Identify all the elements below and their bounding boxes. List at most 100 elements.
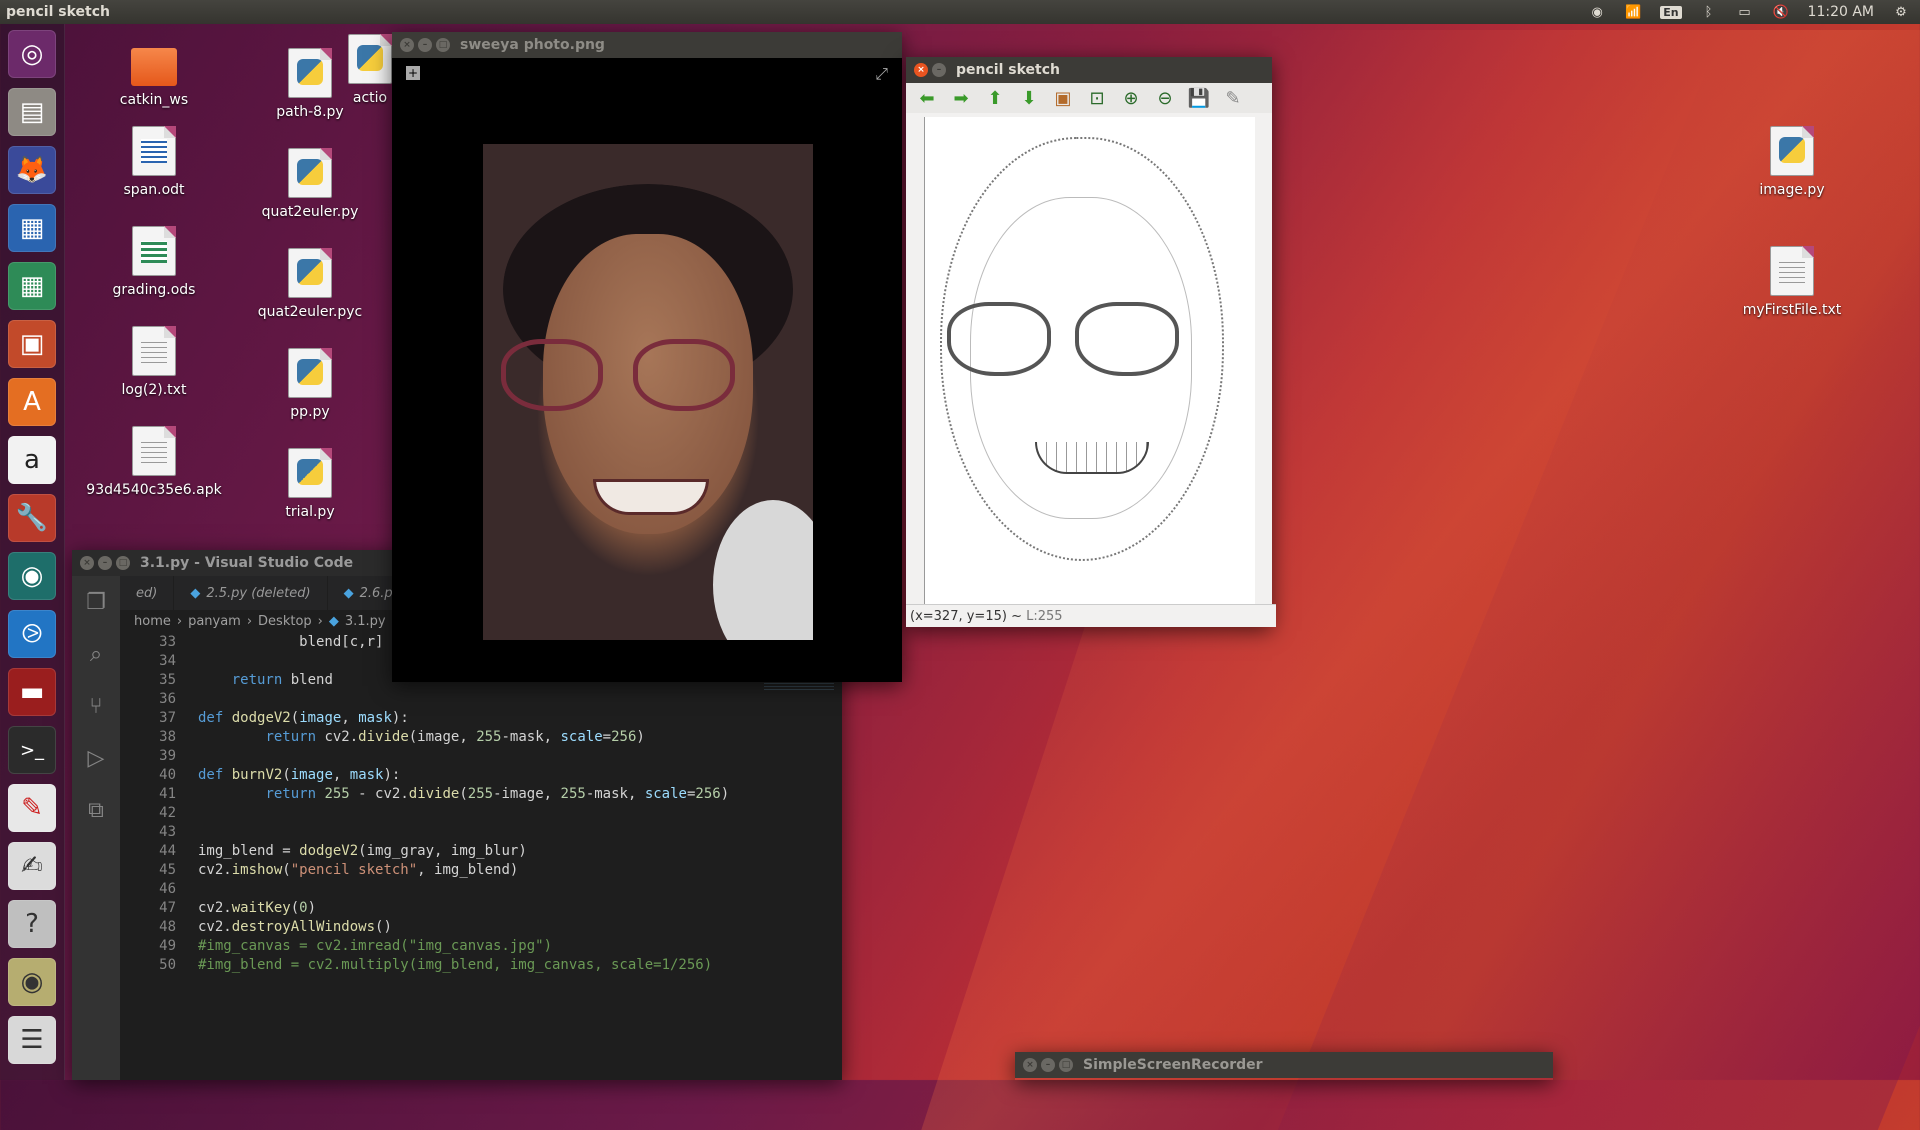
desktop-icon-grading-ods[interactable]: grading.ods bbox=[84, 226, 224, 298]
ssr-titlebar[interactable]: × – □ SimpleScreenRecorder bbox=[1015, 1052, 1553, 1078]
amazon-button[interactable]: a bbox=[8, 436, 56, 484]
minimize-button[interactable]: – bbox=[418, 38, 432, 52]
system-settings-button[interactable]: 🔧 bbox=[8, 494, 56, 542]
arrow-up-icon[interactable]: ⬆ bbox=[984, 88, 1006, 109]
sketch-image[interactable] bbox=[924, 117, 1255, 605]
add-icon[interactable]: + bbox=[406, 66, 420, 80]
writer-button[interactable]: ▦ bbox=[8, 204, 56, 252]
fullscreen-icon[interactable]: ⤢ bbox=[875, 64, 888, 84]
image-icon[interactable]: ▣ bbox=[1052, 88, 1074, 109]
code-line[interactable]: 39 bbox=[120, 746, 842, 765]
code-line[interactable]: 44 img_blend = dodgeV2(img_gray, img_blur… bbox=[120, 841, 842, 860]
calc-button[interactable]: ▦ bbox=[8, 262, 56, 310]
source-control-icon[interactable]: ⑂ bbox=[72, 680, 120, 732]
ubuntu-dash-button[interactable]: ◎ bbox=[8, 30, 56, 78]
desktop-icon-log-txt[interactable]: log(2).txt bbox=[84, 326, 224, 398]
workspaces-button[interactable]: ☰ bbox=[8, 1016, 56, 1064]
bluetooth-icon[interactable]: ᛒ bbox=[1700, 4, 1718, 20]
save-icon[interactable]: 💾 bbox=[1188, 88, 1210, 109]
line-number: 38 bbox=[159, 728, 176, 745]
tab-2-5-py[interactable]: ◆ 2.5.py (deleted) bbox=[174, 576, 328, 610]
zoom-out-icon[interactable]: ⊖ bbox=[1154, 88, 1176, 109]
maximize-button[interactable]: □ bbox=[436, 38, 450, 52]
code-line[interactable]: 37 def dodgeV2(image, mask): bbox=[120, 708, 842, 727]
code-text: return blend bbox=[231, 671, 333, 688]
active-window-title: pencil sketch bbox=[6, 4, 110, 20]
close-button[interactable]: × bbox=[914, 63, 928, 77]
code-line[interactable]: 49 #img_canvas = cv2.imread("img_canvas.j… bbox=[120, 936, 842, 955]
desktop-icon-catkin-ws[interactable]: catkin_ws bbox=[84, 40, 224, 108]
gear-icon[interactable]: ⚙ bbox=[1892, 4, 1910, 20]
desktop-icon-myfirstfile-txt[interactable]: myFirstFile.txt bbox=[1722, 246, 1862, 318]
app-red-button[interactable]: ▬ bbox=[8, 668, 56, 716]
app-pencil-button[interactable]: ✎ bbox=[8, 784, 56, 832]
close-button[interactable]: × bbox=[80, 556, 94, 570]
arrow-right-icon[interactable]: ➡ bbox=[950, 88, 972, 109]
desktop-icon-quat2euler-pyc[interactable]: quat2euler.pyc bbox=[240, 248, 380, 320]
explorer-icon[interactable]: ❐ bbox=[72, 576, 120, 628]
extensions-icon[interactable]: ⧉ bbox=[72, 784, 120, 836]
battery-icon[interactable]: ▭ bbox=[1736, 4, 1754, 20]
chevron-right-icon: › bbox=[176, 613, 183, 629]
text-editor-icon: ✍ bbox=[21, 851, 43, 881]
desktop-icon-label: 93d4540c35e6.apk bbox=[86, 482, 222, 498]
zoom-fit-icon[interactable]: ⊡ bbox=[1086, 88, 1108, 109]
code-line[interactable]: 47 cv2.waitKey(0) bbox=[120, 898, 842, 917]
search-icon[interactable]: ⌕ bbox=[72, 628, 120, 680]
close-button[interactable]: × bbox=[1023, 1058, 1037, 1072]
chrome-indicator-icon[interactable]: ◉ bbox=[1588, 4, 1606, 20]
help-button[interactable]: ? bbox=[8, 900, 56, 948]
wifi-icon[interactable]: 📶 bbox=[1624, 4, 1642, 20]
terminal-button[interactable]: >_ bbox=[8, 726, 56, 774]
run-debug-icon[interactable]: ▷ bbox=[72, 732, 120, 784]
code-line[interactable]: 45 cv2.imshow("pencil sketch", img_blend) bbox=[120, 860, 842, 879]
software-center-button[interactable]: A bbox=[8, 378, 56, 426]
properties-icon[interactable]: ✎ bbox=[1222, 88, 1244, 109]
arrow-down-icon[interactable]: ⬇ bbox=[1018, 88, 1040, 109]
browser-button[interactable]: ◉ bbox=[8, 552, 56, 600]
code-line[interactable]: 48 cv2.destroyAllWindows() bbox=[120, 917, 842, 936]
desktop-icon-pp-py[interactable]: pp.py bbox=[240, 348, 380, 420]
code-line[interactable]: 36 bbox=[120, 689, 842, 708]
clock[interactable]: 11:20 AM bbox=[1808, 4, 1874, 20]
code-line[interactable]: 50 #img_blend = cv2.multiply(img_blend, i… bbox=[120, 955, 842, 974]
desktop-icon-span-odt[interactable]: span.odt bbox=[84, 126, 224, 198]
breadcrumb-item[interactable]: Desktop bbox=[258, 614, 312, 629]
code-editor[interactable]: 33 blend[c,r] = t 34 35 return blend 36 37 de… bbox=[120, 632, 842, 1080]
desktop-icon-apk[interactable]: 93d4540c35e6.apk bbox=[84, 426, 224, 498]
arrow-left-icon[interactable]: ⬅ bbox=[916, 88, 938, 109]
code-line[interactable]: 40 def burnV2(image, mask): bbox=[120, 765, 842, 784]
minimize-button[interactable]: – bbox=[932, 63, 946, 77]
pencil-sketch-titlebar[interactable]: × – pencil sketch bbox=[906, 57, 1272, 83]
desktop-icon-trial-py[interactable]: trial.py bbox=[240, 448, 380, 520]
breadcrumb-item[interactable]: 3.1.py bbox=[345, 614, 386, 629]
zoom-in-icon[interactable]: ⊕ bbox=[1120, 88, 1142, 109]
photo-viewer-titlebar[interactable]: × – □ sweeya photo.png bbox=[392, 32, 902, 58]
wrench-icon: 🔧 bbox=[15, 503, 49, 533]
vscode-button[interactable]: ⧁ bbox=[8, 610, 56, 658]
code-line[interactable]: 43 bbox=[120, 822, 842, 841]
maximize-button[interactable]: □ bbox=[1059, 1058, 1073, 1072]
desktop-icon-image-py[interactable]: image.py bbox=[1722, 126, 1862, 198]
code-line[interactable]: 42 bbox=[120, 803, 842, 822]
files-button[interactable]: ▤ bbox=[8, 88, 56, 136]
line-number: 40 bbox=[159, 766, 176, 783]
tab-previous[interactable]: ed) bbox=[120, 576, 175, 610]
minimize-button[interactable]: – bbox=[98, 556, 112, 570]
volume-muted-icon[interactable]: 🔇 bbox=[1772, 4, 1790, 20]
code-line[interactable]: 41 return 255 - cv2.divide(255-image, 25… bbox=[120, 784, 842, 803]
maximize-button[interactable]: □ bbox=[116, 556, 130, 570]
text-editor-button[interactable]: ✍ bbox=[8, 842, 56, 890]
impress-button[interactable]: ▣ bbox=[8, 320, 56, 368]
app-eye-button[interactable]: ◉ bbox=[8, 958, 56, 1006]
code-line[interactable]: 38 return cv2.divide(image, 255-mask, sc… bbox=[120, 727, 842, 746]
firefox-button[interactable]: 🦊 bbox=[8, 146, 56, 194]
breadcrumb-item[interactable]: panyam bbox=[188, 614, 241, 629]
code-line[interactable]: 46 bbox=[120, 879, 842, 898]
breadcrumb-item[interactable]: home bbox=[134, 614, 171, 629]
close-button[interactable]: × bbox=[400, 38, 414, 52]
minimize-button[interactable]: – bbox=[1041, 1058, 1055, 1072]
keyboard-layout[interactable]: En bbox=[1660, 5, 1682, 19]
desktop-icon-quat2euler-py[interactable]: quat2euler.py bbox=[240, 148, 380, 220]
photo-image bbox=[483, 144, 813, 640]
